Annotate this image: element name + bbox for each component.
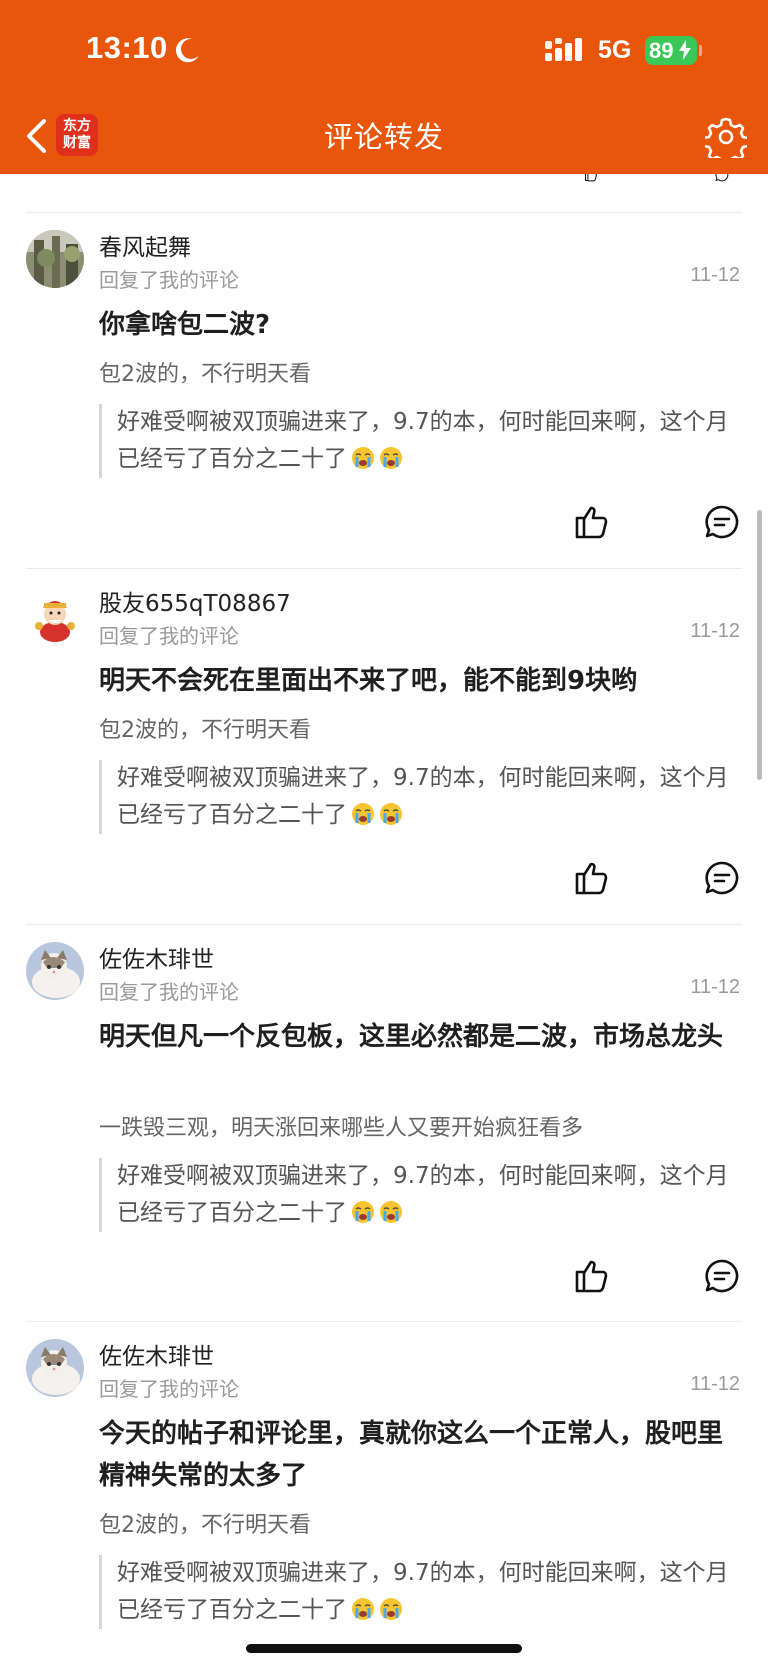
comment-icon[interactable] <box>704 504 740 540</box>
moon-icon <box>175 38 199 63</box>
battery-level: 89 <box>649 38 674 63</box>
page-title: 评论转发 <box>323 120 444 154</box>
crying-emoji-icon <box>352 1598 374 1620</box>
comment-text: 明天但凡一个反包板，这里必然都是二波，市场总龙头 <box>99 1022 724 1052</box>
thumbs-up-icon[interactable] <box>574 504 610 540</box>
divider <box>26 568 742 569</box>
battery-tip <box>699 45 702 56</box>
crying-emoji-icon <box>380 1598 402 1620</box>
reply-label: 回复了我的评论 <box>99 1377 239 1401</box>
quoted-post[interactable]: 好难受啊被双顶骗进来了，9.7的本，何时能回来啊，这个月已经亏了百分之二十了 <box>99 1158 747 1232</box>
comment-item[interactable]: 春风起舞 回复了我的评论 11-12 你拿啥包二波? 包2波的，不行明天看 好难… <box>0 212 768 567</box>
username[interactable]: 佐佐木琲世 <box>99 940 214 974</box>
quoted-post[interactable]: 好难受啊被双顶骗进来了，9.7的本，何时能回来啊，这个月已经亏了百分之二十了 <box>99 760 747 834</box>
top-bar: 13:10 5G 89 东方 财富 评论转发 <box>0 0 768 174</box>
comment-date: 11-12 <box>690 620 740 642</box>
thumbs-up-icon[interactable] <box>574 1258 610 1294</box>
divider <box>26 212 742 213</box>
reply-label: 回复了我的评论 <box>99 268 239 292</box>
status-time: 13:10 <box>86 30 168 65</box>
comment-date: 11-12 <box>690 264 740 286</box>
reply-label: 回复了我的评论 <box>99 624 239 648</box>
avatar[interactable] <box>26 942 84 1000</box>
gear-icon[interactable] <box>705 116 747 158</box>
comment-icon[interactable] <box>704 860 740 896</box>
comment-date: 11-12 <box>690 1373 740 1395</box>
charging-bolt-icon <box>679 40 691 60</box>
comment-text: 你拿啥包二波? <box>99 310 271 340</box>
reply-label: 回复了我的评论 <box>99 980 239 1004</box>
crying-emoji-icon <box>352 447 374 469</box>
comment-item[interactable]: 佐佐木琲世 回复了我的评论 11-12 今天的帖子和评论里，真就你这么一个正常人… <box>0 1321 768 1671</box>
comment-text: 今天的帖子和评论里，真就你这么一个正常人，股吧里精神失常的太多了 <box>99 1419 724 1491</box>
my-comment: 包2波的，不行明天看 <box>99 1513 311 1538</box>
comment-item[interactable]: 股友655qT08867 回复了我的评论 11-12 明天不会死在里面出不来了吧… <box>0 568 768 923</box>
signal-icon <box>545 38 582 61</box>
network-type: 5G <box>598 36 632 64</box>
username[interactable]: 春风起舞 <box>99 228 191 262</box>
divider <box>26 1321 742 1322</box>
quoted-post[interactable]: 好难受啊被双顶骗进来了，9.7的本，何时能回来啊，这个月已经亏了百分之二十了 <box>99 1555 747 1629</box>
home-indicator[interactable] <box>246 1644 522 1653</box>
quoted-post[interactable]: 好难受啊被双顶骗进来了，9.7的本，何时能回来啊，这个月已经亏了百分之二十了 <box>99 404 747 478</box>
avatar[interactable] <box>26 230 84 288</box>
comment-text: 明天不会死在里面出不来了吧，能不能到9块哟 <box>99 666 638 696</box>
comment-item[interactable]: 佐佐木琲世 回复了我的评论 11-12 明天但凡一个反包板，这里必然都是二波，市… <box>0 924 768 1320</box>
my-comment: 一跌毁三观，明天涨回来哪些人又要开始疯狂看多 <box>99 1116 584 1141</box>
my-comment: 包2波的，不行明天看 <box>99 362 311 387</box>
crying-emoji-icon <box>380 447 402 469</box>
avatar[interactable] <box>26 1339 84 1397</box>
comment-date: 11-12 <box>690 976 740 998</box>
avatar[interactable] <box>26 586 84 644</box>
thumbs-up-icon[interactable] <box>574 860 610 896</box>
comment-icon[interactable] <box>704 1258 740 1294</box>
scrollbar[interactable] <box>757 510 762 780</box>
my-comment: 包2波的，不行明天看 <box>99 718 311 743</box>
divider <box>26 924 742 925</box>
crying-emoji-icon <box>352 803 374 825</box>
crying-emoji-icon <box>352 1201 374 1223</box>
crying-emoji-icon <box>380 803 402 825</box>
username[interactable]: 股友655qT08867 <box>99 584 291 618</box>
username[interactable]: 佐佐木琲世 <box>99 1337 214 1371</box>
crying-emoji-icon <box>380 1201 402 1223</box>
